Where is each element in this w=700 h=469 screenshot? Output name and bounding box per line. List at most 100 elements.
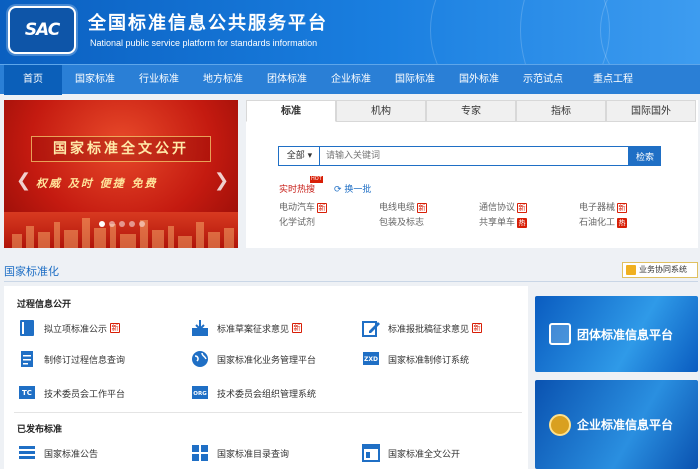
chevron-down-icon: ▾	[307, 151, 313, 161]
nav-item[interactable]: 首页	[4, 65, 62, 95]
skyline-building	[120, 234, 136, 248]
nav-item[interactable]: 示范试点	[512, 65, 574, 95]
promo-enterprise-standards[interactable]: 企业标准信息平台	[535, 380, 698, 469]
list-item-label: 拟立项标准公示	[44, 324, 108, 335]
hot-keyword-label: 共享单车	[479, 218, 516, 228]
promo-label: 企业标准信息平台	[577, 418, 674, 432]
list-item-link[interactable]: 制修订过程信息查询	[18, 348, 125, 370]
download-icon	[191, 319, 209, 337]
search-tab[interactable]: 专家	[426, 100, 516, 122]
hot-keyword-label: 化学试剂	[279, 218, 316, 228]
refresh-label: 换一批	[344, 185, 372, 195]
list-icon	[18, 444, 36, 462]
nav-item[interactable]: 行业标准	[128, 65, 190, 95]
list-item-label: 标准报批稿征求意见	[388, 324, 470, 335]
hot-keyword[interactable]: 电线电缆新	[379, 200, 428, 213]
group-divider	[14, 412, 522, 413]
hot-keyword-label: 通信协议	[479, 203, 516, 213]
hot-keyword[interactable]: 包装及标志	[379, 215, 424, 228]
banner-carousel[interactable]: 国家标准全文公开 权威 及时 便捷 免费 ❮ ❯	[4, 100, 238, 248]
list-item-link[interactable]: ORG 技术委员会组织管理系统	[191, 382, 316, 404]
hot-search-label: 实时热搜	[279, 185, 316, 195]
list-item-label: 技术委员会工作平台	[44, 389, 126, 400]
list-item-link[interactable]: 国家标准化业务管理平台	[191, 348, 316, 370]
hot-keyword[interactable]: 化学试剂	[279, 215, 315, 228]
carousel-dot[interactable]	[139, 221, 145, 227]
globe-icon	[191, 350, 209, 368]
search-tab[interactable]: 国际国外	[606, 100, 696, 122]
window-icon	[362, 444, 380, 462]
hot-keyword[interactable]: 电子器械新	[579, 200, 628, 213]
header-decoration	[600, 0, 700, 64]
group-title: 过程信息公开	[17, 300, 72, 310]
search-tab[interactable]: 标准	[246, 100, 336, 122]
promo-group-standards[interactable]: 团体标准信息平台	[535, 296, 698, 372]
nav-item[interactable]: 重点工程	[576, 65, 650, 95]
search-scope-label: 全部	[286, 151, 305, 161]
cart-icon	[626, 265, 636, 275]
skyline-building	[26, 226, 34, 248]
nav-item[interactable]: 团体标准	[256, 65, 318, 95]
search-panel: 标准机构专家指标国际国外 全部 ▾ 检索 实时热搜 HOT ⟳ 换一批 电动汽车…	[246, 100, 698, 248]
site-title-en: National public service platform for sta…	[90, 38, 318, 48]
standardization-list: 过程信息公开 拟立项标准公示新标准草案征求意见新标准报批稿征求意见新制修订过程信息…	[4, 286, 528, 469]
search-input[interactable]	[319, 146, 629, 166]
keyword-tag: 新	[317, 203, 328, 213]
skyline-building	[208, 232, 220, 248]
nav-item[interactable]: 地方标准	[192, 65, 254, 95]
main-nav: 首页 国家标准 行业标准 地方标准 团体标准 企业标准 国际标准 国外标准 示范试点 重点工程	[0, 64, 700, 95]
keyword-tag: 新	[617, 203, 628, 213]
new-tag: 新	[292, 323, 303, 333]
skyline-building	[94, 228, 106, 248]
list-item-link[interactable]: TC 技术委员会工作平台	[18, 382, 125, 404]
hot-keyword-label: 电动汽车	[279, 203, 316, 213]
list-item-label: 国家标准制修订系统	[388, 355, 470, 366]
sac-logo[interactable]: SAC	[8, 6, 76, 54]
list-item-link[interactable]: 标准草案征求意见新	[191, 317, 303, 339]
skyline-building	[54, 222, 60, 248]
list-item-link[interactable]: 拟立项标准公示新	[18, 317, 121, 339]
hot-keyword[interactable]: 通信协议新	[479, 200, 528, 213]
list-item-label: 国家标准全文公开	[388, 449, 461, 460]
hot-keyword-label: 包装及标志	[379, 218, 425, 228]
search-scope-select[interactable]: 全部 ▾	[278, 146, 320, 166]
skyline-building	[152, 230, 164, 248]
nav-item[interactable]: 国家标准	[64, 65, 126, 95]
chevron-right-icon[interactable]: ❯	[214, 170, 229, 191]
emblem-icon	[549, 413, 571, 436]
grid-icon	[191, 444, 209, 462]
site-title: 全国标准信息公共服务平台	[88, 13, 328, 34]
svg-text:ORG: ORG	[193, 391, 207, 397]
list-item-link[interactable]: 国家标准目录查询	[191, 442, 289, 464]
search-tab[interactable]: 指标	[516, 100, 606, 122]
list-item-link[interactable]: ZXD 国家标准制修订系统	[362, 348, 469, 370]
chevron-left-icon[interactable]: ❮	[16, 170, 31, 191]
nav-item[interactable]: 国外标准	[448, 65, 510, 95]
nav-item[interactable]: 国际标准	[384, 65, 446, 95]
carousel-dot[interactable]	[109, 221, 115, 227]
list-item-label: 国家标准公告	[44, 449, 99, 460]
search-button[interactable]: 检索	[629, 146, 661, 166]
list-item-link[interactable]: 国家标准全文公开	[362, 442, 460, 464]
list-item-link[interactable]: 国家标准公告	[18, 442, 98, 464]
carousel-dot[interactable]	[99, 221, 105, 227]
carousel-dot[interactable]	[129, 221, 135, 227]
hot-keyword[interactable]: 电动汽车新	[279, 200, 328, 213]
keyword-tag: 新	[517, 203, 528, 213]
refresh-button[interactable]: ⟳ 换一批	[334, 182, 371, 195]
carousel-dot[interactable]	[119, 221, 125, 227]
keyword-tag: 新	[417, 203, 428, 213]
keyword-tag: 热	[617, 218, 628, 228]
hot-keyword[interactable]: 共享单车热	[479, 215, 528, 228]
collab-system-button[interactable]: 业务协同系统	[622, 262, 698, 278]
skyline-building	[12, 234, 22, 248]
skyline-building	[224, 228, 234, 248]
hot-keyword[interactable]: 石油化工热	[579, 215, 628, 228]
list-item-label: 制修订过程信息查询	[44, 355, 126, 366]
hot-keyword-label: 电线电缆	[379, 203, 416, 213]
zxd-icon: ZXD	[362, 350, 380, 368]
list-item-link[interactable]: 标准报批稿征求意见新	[362, 317, 483, 339]
skyline-building	[64, 230, 78, 248]
nav-item[interactable]: 企业标准	[320, 65, 382, 95]
search-tab[interactable]: 机构	[336, 100, 426, 122]
